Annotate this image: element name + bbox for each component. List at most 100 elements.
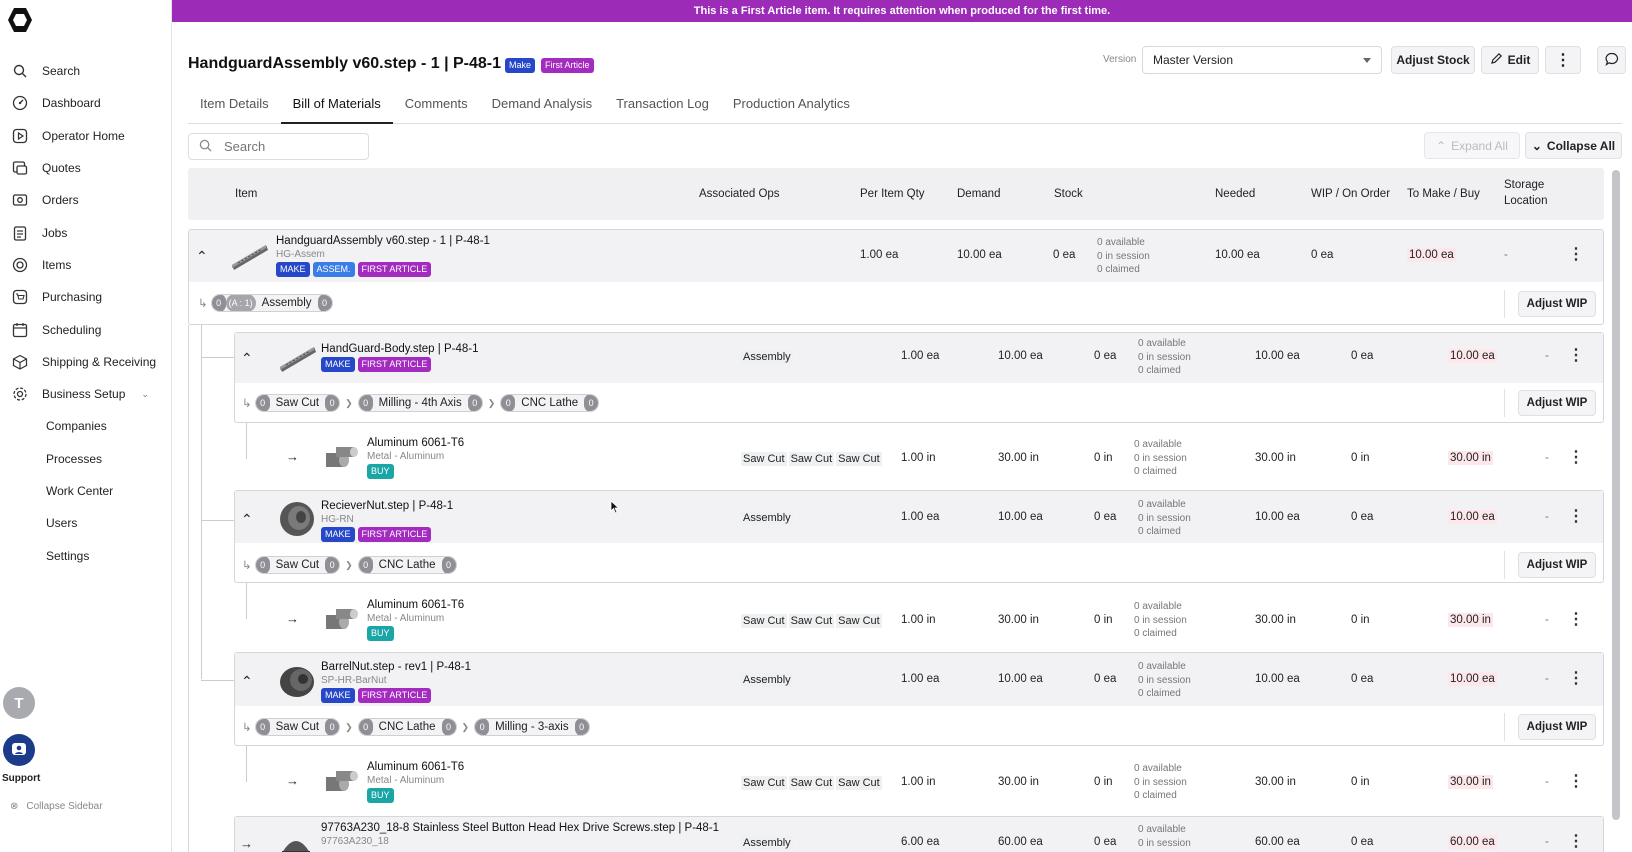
tab-item-details[interactable]: Item Details	[188, 92, 281, 124]
step-count: 0	[501, 395, 516, 411]
app-logo-icon[interactable]	[6, 6, 34, 34]
row-menu-button[interactable]: ⋮	[1568, 450, 1584, 466]
available-text: 0 available	[1097, 237, 1145, 248]
tab-bill-of-materials[interactable]: Bill of Materials	[280, 92, 393, 124]
demand-value: 30.00 in	[998, 776, 1039, 788]
storage-location: -	[1545, 673, 1549, 685]
claimed-text: 0 claimed	[1097, 264, 1140, 275]
row-menu-button[interactable]: ⋮	[1568, 612, 1584, 628]
item-name[interactable]: Aluminum 6061-T6	[367, 761, 464, 773]
sidebar-subitem-work-center[interactable]: Work Center	[0, 475, 172, 507]
divider	[1504, 551, 1505, 579]
sidebar-subitem-companies[interactable]: Companies	[0, 410, 172, 442]
row-menu-button[interactable]: ⋮	[1568, 348, 1584, 364]
collapse-all-button[interactable]: ⌄ Collapse All	[1525, 132, 1622, 159]
tab-transaction-log[interactable]: Transaction Log	[604, 92, 721, 124]
row-menu-button[interactable]: ⋮	[1568, 247, 1584, 263]
demand-value: 30.00 in	[998, 614, 1039, 626]
wip-value: 0 ea	[1351, 350, 1374, 362]
process-step[interactable]: 0 CNC Lathe 0	[357, 718, 457, 736]
version-select[interactable]: Master Version	[1142, 46, 1382, 74]
support-button[interactable]	[3, 734, 35, 766]
adjust-wip-button[interactable]: Adjust WIP	[1518, 552, 1596, 578]
sidebar-item-search[interactable]: Search	[0, 55, 172, 87]
item-name[interactable]: RecieverNut.step | P-48-1	[321, 500, 453, 512]
item-name[interactable]: Aluminum 6061-T6	[367, 437, 464, 449]
tab-demand-analysis[interactable]: Demand Analysis	[480, 92, 604, 124]
item-name[interactable]: 97763A230_18-8 Stainless Steel Button He…	[321, 822, 719, 834]
to-make-value: 60.00 ea	[1448, 835, 1497, 849]
arrow-right-icon[interactable]: →	[240, 836, 253, 851]
col-stock[interactable]: Stock	[1054, 186, 1083, 202]
process-step[interactable]: 0 Saw Cut 0	[254, 394, 341, 412]
sidebar-item-scheduling[interactable]: Scheduling	[0, 313, 172, 345]
process-line: ↳ 0 Saw Cut 0 ❯ 0 CNC Lathe 0 ❯ 0 Milling - 3…	[242, 718, 590, 736]
arrow-right-icon[interactable]: →	[286, 611, 299, 626]
sidebar-subitem-processes[interactable]: Processes	[0, 443, 172, 475]
comments-button[interactable]	[1597, 46, 1626, 74]
in-session-text: 0 in session	[1138, 837, 1191, 849]
search-input[interactable]	[224, 139, 354, 154]
vertical-scrollbar[interactable]	[1612, 170, 1620, 820]
adjust-wip-button[interactable]: Adjust WIP	[1518, 291, 1596, 317]
row-menu-button[interactable]: ⋮	[1568, 834, 1584, 850]
item-badges: MAKE FIRST ARTICLE	[321, 357, 478, 372]
process-step[interactable]: 0 Saw Cut 0	[254, 556, 341, 574]
sidebar-item-items[interactable]: Items	[0, 249, 172, 281]
col-associated-ops[interactable]: Associated Ops	[699, 186, 780, 202]
process-step[interactable]: 0 Milling - 3-axis 0	[474, 718, 590, 736]
available-text: 0 available	[1138, 661, 1186, 672]
adjust-wip-button[interactable]: Adjust WIP	[1518, 714, 1596, 740]
avatar[interactable]: T	[3, 687, 35, 719]
arrow-right-icon[interactable]: →	[286, 449, 299, 464]
sidebar-item-operator-home[interactable]: Operator Home	[0, 120, 172, 152]
first-article-badge: FIRST ARTICLE	[357, 527, 432, 542]
sidebar-item-orders[interactable]: Orders	[0, 184, 172, 216]
process-step[interactable]: 0 Saw Cut 0	[254, 718, 341, 736]
process-step[interactable]: 0 CNC Lathe 0	[500, 394, 600, 412]
item-badges: MAKE FIRST ARTICLE	[321, 688, 471, 703]
adjust-wip-button[interactable]: Adjust WIP	[1518, 390, 1596, 416]
col-needed[interactable]: Needed	[1215, 186, 1255, 202]
collapse-chevron-icon[interactable]: ⌃	[241, 511, 253, 528]
col-wip-on-order[interactable]: WIP / On Order	[1311, 186, 1390, 202]
edit-button[interactable]: Edit	[1481, 46, 1539, 74]
associated-op: Saw Cut	[836, 452, 882, 466]
item-name[interactable]: BarrelNut.step - rev1 | P-48-1	[321, 661, 471, 673]
expand-all-button[interactable]: ⌃ Expand All	[1424, 132, 1520, 159]
process-step[interactable]: 0 Milling - 4th Axis 0	[357, 394, 483, 412]
collapse-chevron-icon[interactable]: ⌃	[241, 673, 253, 690]
col-per-item-qty[interactable]: Per Item Qty	[860, 186, 925, 202]
tab-comments[interactable]: Comments	[393, 92, 480, 124]
col-storage-location[interactable]: Storage Location	[1504, 177, 1547, 209]
more-menu-button[interactable]: ⋮	[1545, 46, 1581, 74]
col-to-make-buy[interactable]: To Make / Buy	[1407, 186, 1480, 202]
sidebar-item-quotes[interactable]: Quotes	[0, 152, 172, 184]
process-step[interactable]: 0 (A : 1) Assembly 0	[210, 294, 333, 312]
tab-production-analytics[interactable]: Production Analytics	[721, 92, 862, 124]
sidebar-item-business-setup[interactable]: Business Setup ⌄	[0, 378, 172, 410]
sidebar-subitem-users[interactable]: Users	[0, 507, 172, 539]
arrow-right-icon[interactable]: →	[286, 773, 299, 788]
sidebar-subitem-settings[interactable]: Settings	[0, 539, 172, 571]
adjust-stock-button[interactable]: Adjust Stock	[1391, 46, 1475, 74]
item-name[interactable]: HandGuard-Body.step | P-48-1	[321, 343, 478, 355]
collapse-sidebar-button[interactable]: ⊗ Collapse Sidebar	[10, 801, 103, 812]
collapse-chevron-icon[interactable]: ⌃	[196, 248, 208, 265]
item-name[interactable]: Aluminum 6061-T6	[367, 599, 464, 611]
col-item[interactable]: Item	[235, 186, 257, 202]
row-menu-button[interactable]: ⋮	[1568, 774, 1584, 790]
collapse-chevron-icon[interactable]: ⌃	[241, 350, 253, 367]
row-menu-button[interactable]: ⋮	[1568, 509, 1584, 525]
calendar-icon	[12, 322, 28, 338]
sidebar-item-jobs[interactable]: Jobs	[0, 216, 172, 248]
sidebar-item-shipping-receiving[interactable]: Shipping & Receiving	[0, 346, 172, 378]
item-name[interactable]: HandguardAssembly v60.step - 1 | P-48-1	[276, 235, 490, 247]
sidebar-item-dashboard[interactable]: Dashboard	[0, 87, 172, 119]
col-demand[interactable]: Demand	[957, 186, 1000, 202]
chevron-down-icon[interactable]: ⌄	[141, 389, 149, 400]
needed-value: 30.00 in	[1255, 452, 1296, 464]
process-step[interactable]: 0 CNC Lathe 0	[357, 556, 457, 574]
sidebar-item-purchasing[interactable]: Purchasing	[0, 281, 172, 313]
row-menu-button[interactable]: ⋮	[1568, 671, 1584, 687]
